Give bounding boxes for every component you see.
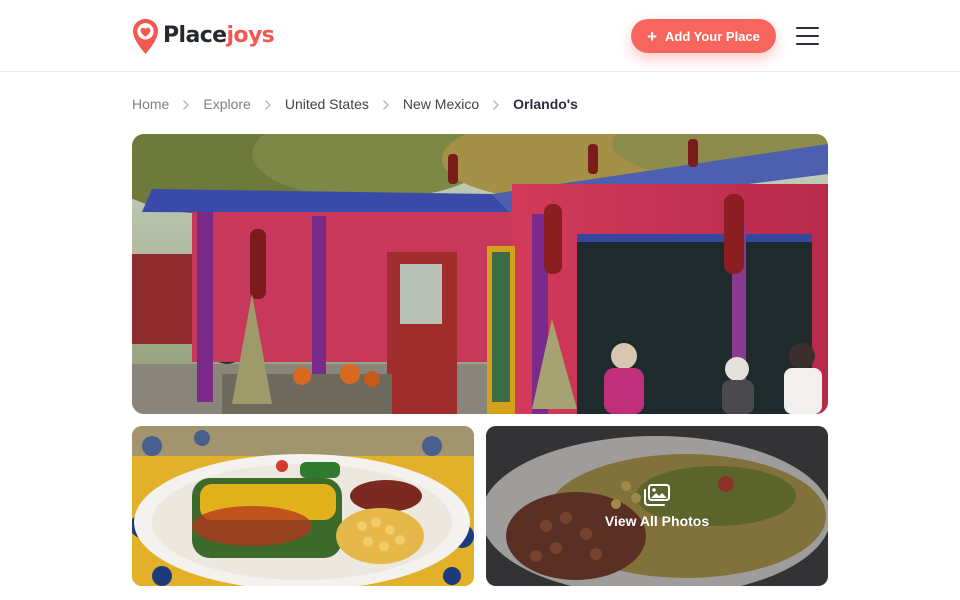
placejoys-logo[interactable]: Placejoys — [132, 17, 275, 55]
menu-bar — [796, 27, 819, 29]
hamburger-menu-icon[interactable] — [796, 25, 820, 47]
breadcrumb-explore[interactable]: Explore — [203, 96, 250, 112]
restaurant-exterior-image — [132, 134, 828, 414]
breadcrumb: Home Explore United States New Mexico Or… — [132, 94, 578, 114]
chevron-right-icon — [479, 96, 513, 112]
menu-bar — [796, 35, 819, 37]
view-all-photos-button[interactable]: View All Photos — [486, 426, 828, 586]
site-header: Placejoys + Add Your Place — [0, 0, 960, 72]
breadcrumb-country[interactable]: United States — [285, 96, 369, 112]
plus-icon: + — [647, 26, 658, 46]
brand-name-part2: joys — [226, 23, 275, 48]
brand-name: Placejoys — [163, 23, 275, 48]
gallery-photo-3[interactable]: View All Photos — [486, 426, 828, 586]
breadcrumb-current: Orlando's — [513, 96, 578, 112]
chevron-right-icon — [169, 96, 203, 112]
breadcrumb-home[interactable]: Home — [132, 96, 169, 112]
add-your-place-button[interactable]: + Add Your Place — [631, 19, 776, 53]
brand-name-part1: Place — [163, 23, 227, 48]
breadcrumb-state[interactable]: New Mexico — [403, 96, 479, 112]
map-pin-logo-icon — [133, 18, 158, 54]
add-your-place-label: Add Your Place — [665, 28, 760, 44]
images-icon — [644, 483, 670, 506]
enchilada-plate-image — [132, 426, 474, 586]
menu-bar — [796, 43, 819, 45]
chevron-right-icon — [251, 96, 285, 112]
gallery-photo-2[interactable] — [132, 426, 474, 586]
view-all-photos-label: View All Photos — [604, 512, 710, 529]
hero-photo[interactable] — [132, 134, 828, 414]
chevron-right-icon — [369, 96, 403, 112]
